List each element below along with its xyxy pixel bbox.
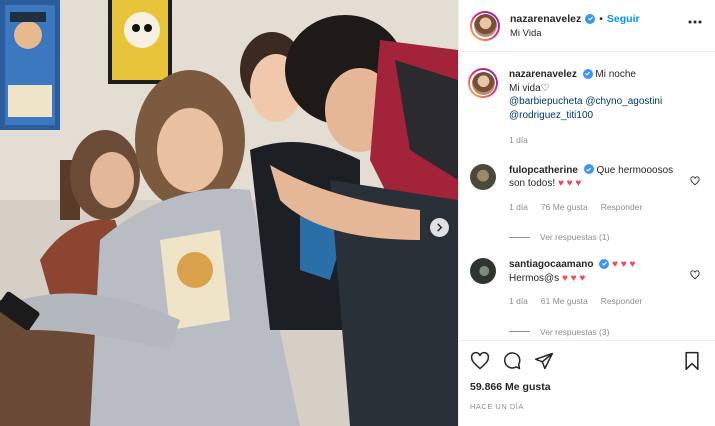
mention-link[interactable]: @barbiepucheta (509, 96, 583, 107)
separator-dot: • (599, 12, 603, 25)
family-photo-image (0, 0, 458, 426)
comment-like-heart-icon[interactable] (690, 270, 700, 280)
reply-button[interactable]: Responder (601, 201, 643, 215)
bookmark-icon[interactable] (682, 351, 702, 371)
commenter-avatar[interactable] (470, 163, 496, 190)
view-replies-button[interactable]: Ver respuestas (1) (509, 232, 704, 242)
caption-username[interactable]: nazarenavelez (509, 69, 577, 80)
heart-emoji: ♥ ♥ ♥ (612, 259, 636, 270)
like-count[interactable]: 59.866 Me gusta (470, 381, 704, 393)
verified-badge-icon (582, 68, 593, 79)
view-replies-label: Ver respuestas (3) (540, 326, 610, 337)
caption-line-1: Mi noche (595, 69, 636, 80)
comment-text: Hermos@s (509, 272, 560, 284)
verified-badge-icon (599, 258, 610, 269)
caption-time[interactable]: 1 día (509, 134, 528, 148)
next-photo-button[interactable] (430, 218, 449, 237)
view-replies-button[interactable]: Ver respuestas (3) (509, 327, 704, 337)
post-location[interactable]: Mi Vida (510, 28, 640, 39)
post-footer: 59.866 Me gusta HACE UN DÍA (459, 340, 715, 426)
caption-avatar[interactable] (468, 68, 498, 98)
verified-badge-icon (583, 164, 594, 174)
caption: nazarenavelez Mi noche Mi vida♡ @barbiep… (468, 68, 704, 148)
post-timestamp[interactable]: HACE UN DÍA (470, 402, 704, 411)
post-side-panel: nazarenavelez • Seguir Mi Vida nazarenav… (458, 0, 715, 426)
comment-item: santiagocaamano ♥ ♥ ♥ Hermos@s ♥ ♥ ♥ 1 d… (470, 258, 704, 309)
paper-plane-icon[interactable] (534, 351, 554, 371)
comment-time[interactable]: 1 día (509, 295, 528, 309)
comment-username[interactable]: santiagocaamano (509, 259, 593, 270)
follow-button[interactable]: Seguir (607, 13, 640, 25)
verified-badge-icon (585, 13, 596, 24)
comment-item: fulopcatherine Que hermooosos son todos!… (470, 163, 704, 215)
comments-section[interactable]: nazarenavelez Mi noche Mi vida♡ @barbiep… (459, 52, 715, 340)
comment-icon[interactable] (502, 351, 522, 371)
author-avatar[interactable] (470, 10, 500, 41)
author-username[interactable]: nazarenavelez (510, 13, 581, 25)
reply-button[interactable]: Responder (601, 295, 643, 309)
action-bar (470, 341, 704, 381)
wall-poster-right (108, 0, 172, 84)
comment-username[interactable]: fulopcatherine (509, 165, 578, 176)
comment-like-heart-icon[interactable] (690, 175, 700, 186)
comment-likes[interactable]: 61 Me gusta (541, 295, 588, 309)
post-header: nazarenavelez • Seguir Mi Vida (459, 0, 715, 52)
commenter-avatar[interactable] (470, 258, 496, 284)
wall-poster-left (0, 0, 60, 130)
heart-emoji: ♥ ♥ ♥ (561, 272, 586, 284)
more-options-icon[interactable] (687, 14, 703, 30)
comment-time[interactable]: 1 día (509, 201, 528, 215)
view-replies-label: Ver respuestas (1) (540, 232, 610, 242)
mention-link[interactable]: @chyno_agostini (585, 96, 662, 107)
heart-emoji: ♥ ♥ ♥ (557, 178, 582, 189)
caption-line-2: Mi vida♡ (509, 82, 550, 94)
comment-likes[interactable]: 76 Me gusta (541, 201, 588, 215)
post-photo[interactable] (0, 0, 458, 426)
heart-icon[interactable] (470, 351, 490, 371)
mention-link[interactable]: @rodriguez_titi100 (509, 110, 593, 121)
chevron-right-icon (437, 223, 443, 232)
